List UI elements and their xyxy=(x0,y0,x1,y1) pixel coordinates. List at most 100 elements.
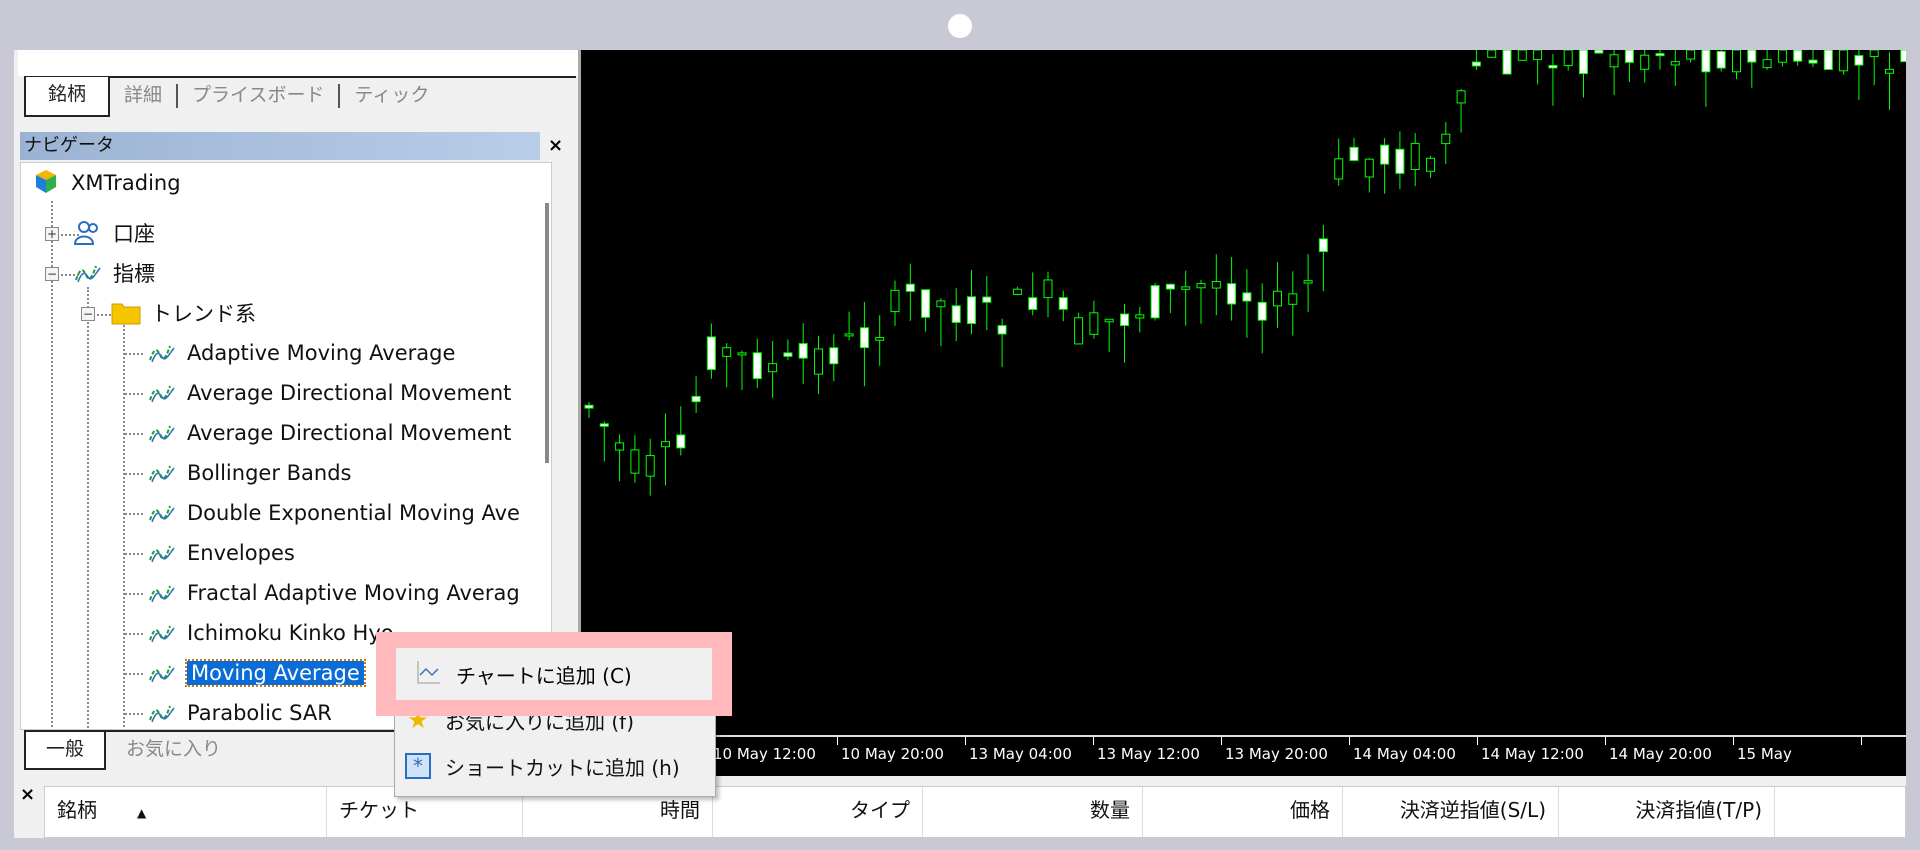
candle xyxy=(1517,50,1527,61)
candle xyxy=(997,325,1007,335)
tree-item[interactable]: Envelopes xyxy=(147,535,295,571)
account-icon xyxy=(73,218,103,248)
indicator-icon xyxy=(147,418,177,448)
column-header[interactable]: 価格 xyxy=(1143,787,1343,837)
tree-item[interactable]: Adaptive Moving Average xyxy=(147,335,455,371)
tab-tick[interactable]: ティック xyxy=(340,78,443,114)
collapse-folder-icon[interactable]: − xyxy=(81,307,95,321)
candle xyxy=(1624,50,1634,63)
indicator-icon xyxy=(73,258,103,288)
tree-item[interactable]: Double Exponential Moving Ave xyxy=(147,495,520,531)
time-label: 15 May xyxy=(1737,745,1792,763)
tree-item[interactable]: 指標 xyxy=(73,255,155,291)
column-header[interactable]: タイプ xyxy=(713,787,923,837)
candle xyxy=(1777,50,1787,63)
candle xyxy=(1303,280,1313,284)
candle xyxy=(982,296,992,303)
price-chart[interactable]: 10 May 04:0010 May 12:0010 May 20:0013 M… xyxy=(578,50,1906,776)
candle xyxy=(1120,313,1129,327)
tree-item[interactable]: Fractal Adaptive Moving Averag xyxy=(147,575,520,611)
asterisk-icon: * xyxy=(405,753,431,779)
column-header[interactable]: 銘柄 ▲ xyxy=(45,787,327,837)
tab-details[interactable]: 詳細 xyxy=(110,78,176,114)
candle xyxy=(752,352,762,380)
indicator-icon xyxy=(147,458,177,488)
candle xyxy=(1426,157,1435,172)
tree-item[interactable]: Ichimoku Kinko Hyo xyxy=(147,615,394,651)
column-header[interactable]: 決済指値(T/P) xyxy=(1559,787,1775,837)
column-header[interactable]: 数量 xyxy=(923,787,1143,837)
candle xyxy=(890,289,900,313)
candle xyxy=(859,327,869,349)
candle xyxy=(1670,61,1680,66)
scrollbar[interactable] xyxy=(545,203,549,463)
candle xyxy=(1900,50,1906,63)
column-header[interactable]: 決済逆指値(S/L) xyxy=(1343,787,1559,837)
indicator-icon xyxy=(147,578,177,608)
candle xyxy=(661,441,670,448)
candle xyxy=(1854,55,1864,66)
candle xyxy=(1410,142,1420,170)
tree-item[interactable]: Average Directional Movement xyxy=(147,415,511,451)
candle xyxy=(1655,53,1665,57)
candle xyxy=(1548,64,1558,69)
candlestick-series xyxy=(584,50,1906,496)
candle xyxy=(1885,68,1894,74)
camera-dot xyxy=(948,14,972,38)
tab-favorites[interactable]: お気に入り xyxy=(106,732,241,766)
tree-item[interactable]: Moving Average xyxy=(147,655,366,691)
collapse-indicators-icon[interactable]: − xyxy=(45,267,59,281)
candle xyxy=(691,395,701,403)
candle xyxy=(1487,50,1497,58)
indicator-icon xyxy=(147,658,177,688)
candle xyxy=(1471,61,1481,67)
candle xyxy=(615,442,625,451)
tree-item[interactable]: トレンド系 xyxy=(111,295,256,331)
candle xyxy=(1242,292,1252,302)
candle xyxy=(1012,288,1022,295)
line-chart-icon xyxy=(416,659,442,690)
navigator-close-button[interactable]: × xyxy=(548,132,563,160)
candle xyxy=(1074,317,1084,345)
tab-price-board[interactable]: プライスボード xyxy=(178,78,338,114)
indicator-icon xyxy=(147,378,177,408)
candle xyxy=(1380,144,1390,165)
menu-item-add-to-chart[interactable]: チャートに追加 (C) xyxy=(396,648,712,700)
terminal-close-button[interactable]: × xyxy=(20,784,35,805)
candle xyxy=(630,449,640,474)
candle xyxy=(1563,50,1573,67)
candle xyxy=(584,404,594,409)
navigator-title: ナビゲータ xyxy=(20,132,540,160)
candle xyxy=(1395,148,1405,174)
candle xyxy=(706,336,716,371)
candle xyxy=(814,348,823,375)
tree-item[interactable]: XMTrading xyxy=(31,165,181,201)
candle xyxy=(1211,281,1221,289)
candle xyxy=(1288,293,1298,305)
menu-item-add-shortcut[interactable]: * ショートカットに追加 (h) xyxy=(405,746,680,786)
candle xyxy=(1089,312,1099,335)
indicator-icon xyxy=(147,538,177,568)
candle xyxy=(722,347,732,357)
time-label: 14 May 12:00 xyxy=(1481,745,1584,763)
tab-symbol[interactable]: 銘柄 xyxy=(24,77,111,117)
candle xyxy=(1028,297,1038,310)
market-watch-tabs: 銘柄 詳細 プライスボード ティック xyxy=(24,76,576,117)
candle xyxy=(1640,54,1650,70)
tree-item[interactable]: Bollinger Bands xyxy=(147,455,351,491)
highlight-box: チャートに追加 (C) xyxy=(376,632,732,716)
tree-item[interactable]: Parabolic SAR xyxy=(147,695,332,729)
candle xyxy=(1686,50,1696,60)
candle xyxy=(829,347,839,365)
candle xyxy=(676,434,686,449)
tab-general[interactable]: 一般 xyxy=(24,732,107,770)
candle xyxy=(737,352,747,356)
candle xyxy=(1502,50,1512,75)
candle xyxy=(1594,50,1604,54)
xmtrading-logo xyxy=(31,168,61,198)
candle xyxy=(783,352,793,357)
candle xyxy=(951,305,961,323)
tree-item[interactable]: 口座 xyxy=(73,215,155,251)
expand-account-icon[interactable]: + xyxy=(45,227,59,241)
tree-item[interactable]: Average Directional Movement xyxy=(147,375,511,411)
